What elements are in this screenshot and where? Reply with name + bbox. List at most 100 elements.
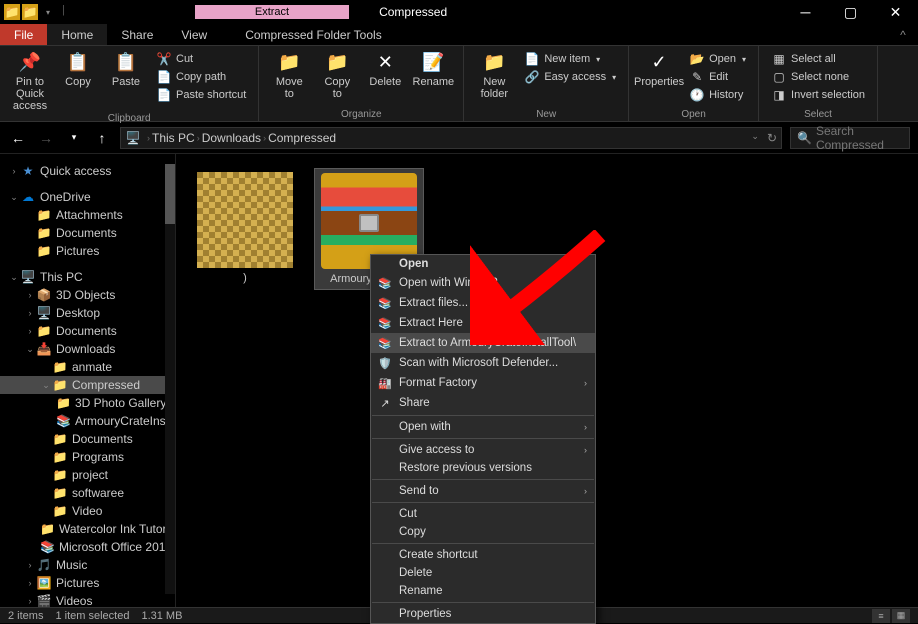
ctx-create-shortcut[interactable]: Create shortcut xyxy=(371,546,595,564)
sidebar-pictures[interactable]: 📁Pictures xyxy=(0,242,175,260)
chevron-right-icon[interactable]: › xyxy=(8,166,20,176)
sidebar-armoury-zip[interactable]: 📚ArmouryCrateInstallTool.z xyxy=(0,412,175,430)
sidebar-documents[interactable]: 📁Documents xyxy=(0,224,175,242)
sidebar-downloads[interactable]: ⌄📥Downloads xyxy=(0,340,175,358)
copy-path-button[interactable]: 📄Copy path xyxy=(152,68,250,86)
chevron-right-icon[interactable]: › xyxy=(24,578,36,588)
sidebar-pictures[interactable]: ›🖼️Pictures xyxy=(0,574,175,592)
sidebar-photo-gallery[interactable]: 📁3D Photo Gallery (Prj) xyxy=(0,394,175,412)
ribbon-collapse-icon[interactable]: ^ xyxy=(888,24,918,45)
tab-view[interactable]: View xyxy=(167,24,221,45)
new-folder-button[interactable]: 📁New folder xyxy=(472,48,516,108)
ctx-open-winrar[interactable]: 📚Open with WinRAR xyxy=(371,273,595,293)
folder-icon[interactable]: 📁 xyxy=(22,4,38,20)
select-all-button[interactable]: ▦Select all xyxy=(767,50,869,68)
view-details-button[interactable]: ≡ xyxy=(872,609,890,623)
delete-button[interactable]: ✕Delete xyxy=(363,48,407,108)
chevron-down-icon[interactable]: ⌄ xyxy=(8,272,20,283)
close-button[interactable]: ✕ xyxy=(873,0,918,24)
sidebar-compressed[interactable]: ⌄📁Compressed xyxy=(0,376,175,394)
ctx-rename[interactable]: Rename xyxy=(371,582,595,600)
scrollbar[interactable] xyxy=(165,164,175,594)
rename-button[interactable]: 📝Rename xyxy=(411,48,455,108)
crumb-downloads[interactable]: Downloads xyxy=(202,131,261,145)
ctx-extract-files[interactable]: 📚Extract files... xyxy=(371,293,595,313)
paste-shortcut-button[interactable]: 📄Paste shortcut xyxy=(152,86,250,104)
history-button[interactable]: 🕐History xyxy=(685,86,750,104)
sidebar-watercolor[interactable]: 📁Watercolor Ink Tutorial xyxy=(0,520,175,538)
paste-button[interactable]: 📋Paste xyxy=(104,48,148,112)
chevron-right-icon[interactable]: › xyxy=(24,596,36,606)
chevron-down-icon[interactable]: ⌄ xyxy=(40,380,52,391)
ctx-defender[interactable]: 🛡️Scan with Microsoft Defender... xyxy=(371,353,595,373)
ctx-open-with[interactable]: Open with› xyxy=(371,418,595,436)
sidebar-music[interactable]: ›🎵Music xyxy=(0,556,175,574)
maximize-button[interactable]: ▢ xyxy=(828,0,873,24)
sidebar-softwaree[interactable]: 📁softwaree xyxy=(0,484,175,502)
sidebar-project[interactable]: 📁project xyxy=(0,466,175,484)
breadcrumb[interactable]: 🖥️ › This PC › Downloads › Compressed ⌄ … xyxy=(120,127,782,149)
copy-to-button[interactable]: 📁Copy to xyxy=(315,48,359,108)
copy-button[interactable]: 📋Copy xyxy=(56,48,100,112)
ctx-properties[interactable]: Properties xyxy=(371,605,595,623)
move-to-button[interactable]: 📁Move to xyxy=(267,48,311,108)
context-tab[interactable]: Extract xyxy=(195,5,349,19)
cut-button[interactable]: ✂️Cut xyxy=(152,50,250,68)
file-item-redacted[interactable]: ) xyxy=(190,168,300,288)
scrollbar-thumb[interactable] xyxy=(165,164,175,224)
edit-button[interactable]: ✎Edit xyxy=(685,68,750,86)
chevron-right-icon[interactable]: › xyxy=(197,133,200,143)
folder-icon[interactable]: 📁 xyxy=(4,4,20,20)
ctx-share[interactable]: ↗Share xyxy=(371,393,595,413)
chevron-right-icon[interactable]: › xyxy=(24,290,36,300)
qa-dropdown-icon[interactable]: ▾ xyxy=(40,4,56,20)
easy-access-button[interactable]: 🔗Easy access ▾ xyxy=(520,68,620,86)
sidebar-attachments[interactable]: 📁Attachments xyxy=(0,206,175,224)
ctx-extract-here[interactable]: 📚Extract Here xyxy=(371,313,595,333)
chevron-right-icon[interactable]: › xyxy=(147,133,150,143)
tab-file[interactable]: File xyxy=(0,24,47,45)
properties-button[interactable]: ✓Properties xyxy=(637,48,681,108)
navigation-pane[interactable]: ›★Quick access ⌄☁OneDrive 📁Attachments 📁… xyxy=(0,154,176,607)
sidebar-programs[interactable]: 📁Programs xyxy=(0,448,175,466)
ctx-cut[interactable]: Cut xyxy=(371,505,595,523)
sidebar-onedrive[interactable]: ⌄☁OneDrive xyxy=(0,188,175,206)
crumb-this-pc[interactable]: This PC xyxy=(152,131,195,145)
ctx-copy[interactable]: Copy xyxy=(371,523,595,541)
back-button[interactable]: ← xyxy=(8,128,28,148)
minimize-button[interactable]: ─ xyxy=(783,0,828,24)
pin-quick-access-button[interactable]: 📌Pin to Quick access xyxy=(8,48,52,112)
chevron-right-icon[interactable]: › xyxy=(24,326,36,336)
sidebar-this-pc[interactable]: ⌄🖥️This PC xyxy=(0,268,175,286)
ctx-open[interactable]: Open xyxy=(371,255,595,273)
ctx-restore[interactable]: Restore previous versions xyxy=(371,459,595,477)
sidebar-anmate[interactable]: 📁anmate xyxy=(0,358,175,376)
sidebar-3d-objects[interactable]: ›📦3D Objects xyxy=(0,286,175,304)
sidebar-documents[interactable]: 📁Documents xyxy=(0,430,175,448)
sidebar-video[interactable]: 📁Video xyxy=(0,502,175,520)
ctx-extract-to[interactable]: 📚Extract to ArmouryCrateInstallTool\ xyxy=(371,333,595,353)
view-icons-button[interactable]: ▦ xyxy=(892,609,910,623)
refresh-icon[interactable]: ↻ xyxy=(767,131,777,145)
open-button[interactable]: 📂Open ▾ xyxy=(685,50,750,68)
sidebar-quick-access[interactable]: ›★Quick access xyxy=(0,162,175,180)
chevron-down-icon[interactable]: ⌄ xyxy=(8,192,20,203)
chevron-right-icon[interactable]: › xyxy=(24,308,36,318)
up-button[interactable]: ↑ xyxy=(92,128,112,148)
sidebar-desktop[interactable]: ›🖥️Desktop xyxy=(0,304,175,322)
forward-button[interactable]: → xyxy=(36,128,56,148)
ctx-send-to[interactable]: Send to› xyxy=(371,482,595,500)
new-item-button[interactable]: 📄New item ▾ xyxy=(520,50,620,68)
tab-share[interactable]: Share xyxy=(107,24,167,45)
search-input[interactable]: 🔍 Search Compressed xyxy=(790,127,910,149)
select-none-button[interactable]: ▢Select none xyxy=(767,68,869,86)
recent-dropdown-icon[interactable]: ▾ xyxy=(64,128,84,148)
sidebar-ms-office[interactable]: 📚Microsoft Office 2019 Mac .. xyxy=(0,538,175,556)
tab-home[interactable]: Home xyxy=(47,24,107,45)
address-dropdown-icon[interactable]: ⌄ xyxy=(751,131,759,145)
ctx-format-factory[interactable]: 🏭Format Factory› xyxy=(371,373,595,393)
sidebar-documents[interactable]: ›📁Documents xyxy=(0,322,175,340)
chevron-right-icon[interactable]: › xyxy=(24,560,36,570)
ctx-give-access[interactable]: Give access to› xyxy=(371,441,595,459)
invert-selection-button[interactable]: ◨Invert selection xyxy=(767,86,869,104)
